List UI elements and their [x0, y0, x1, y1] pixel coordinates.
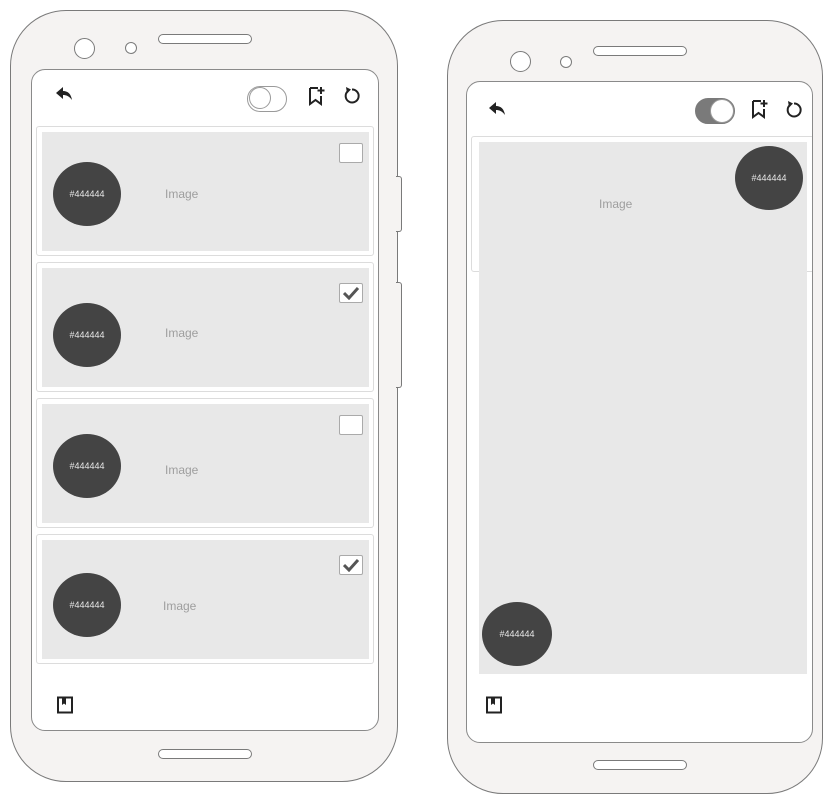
home-bar — [158, 749, 252, 759]
bookmark-add-icon[interactable] — [307, 86, 327, 106]
image-label: Image — [165, 326, 199, 340]
back-arrow-icon[interactable] — [54, 85, 74, 105]
select-checkbox[interactable] — [339, 143, 363, 163]
list-item[interactable]: #444444 Image — [36, 126, 374, 256]
bookmark-add-icon[interactable] — [750, 99, 770, 119]
image-label: Image — [165, 463, 199, 477]
toolbar — [32, 70, 378, 122]
toggle-knob — [710, 99, 734, 123]
avatar: #444444 — [53, 303, 121, 367]
image-label: Image — [163, 599, 197, 613]
select-checkbox[interactable] — [339, 555, 363, 575]
image-label: Image — [165, 187, 199, 201]
avatar: #444444 — [53, 573, 121, 637]
sensor — [125, 42, 137, 54]
bookmark-icon[interactable] — [485, 696, 503, 714]
side-button — [396, 176, 402, 232]
earpiece-speaker — [593, 46, 687, 56]
list-item[interactable]: #444444 Image — [36, 398, 374, 528]
back-arrow-icon[interactable] — [487, 100, 507, 120]
image-label: Image — [599, 197, 633, 211]
avatar: #444444 — [735, 146, 803, 210]
toggle-knob — [249, 87, 271, 109]
home-bar — [593, 760, 687, 770]
avatar: #444444 — [482, 602, 552, 666]
earpiece-speaker — [158, 34, 252, 44]
refresh-icon[interactable] — [784, 99, 804, 119]
select-checkbox[interactable] — [339, 283, 363, 303]
checkmark-icon — [343, 558, 359, 572]
list-item[interactable]: #444444 Image — [36, 534, 374, 664]
avatar: #444444 — [53, 434, 121, 498]
checkmark-icon — [343, 286, 359, 300]
front-camera — [510, 51, 531, 72]
side-button — [396, 282, 402, 388]
toggle-switch[interactable] — [247, 86, 287, 112]
front-camera — [74, 38, 95, 59]
screen-right: Image #444444 #444444 — [466, 81, 813, 743]
toolbar — [467, 82, 812, 134]
refresh-icon[interactable] — [342, 85, 362, 105]
sensor — [560, 56, 572, 68]
list-item[interactable]: #444444 Image — [36, 262, 374, 392]
bookmark-icon[interactable] — [56, 696, 74, 714]
select-checkbox[interactable] — [339, 415, 363, 435]
image-viewer[interactable]: Image #444444 #444444 — [479, 142, 807, 674]
phone-frame-right: Image #444444 #444444 — [447, 20, 823, 794]
phone-frame-left: #444444 Image #444444 Image #444444 Imag… — [10, 10, 398, 782]
toggle-switch[interactable] — [695, 98, 735, 124]
avatar: #444444 — [53, 162, 121, 226]
screen-left: #444444 Image #444444 Image #444444 Imag… — [31, 69, 379, 731]
